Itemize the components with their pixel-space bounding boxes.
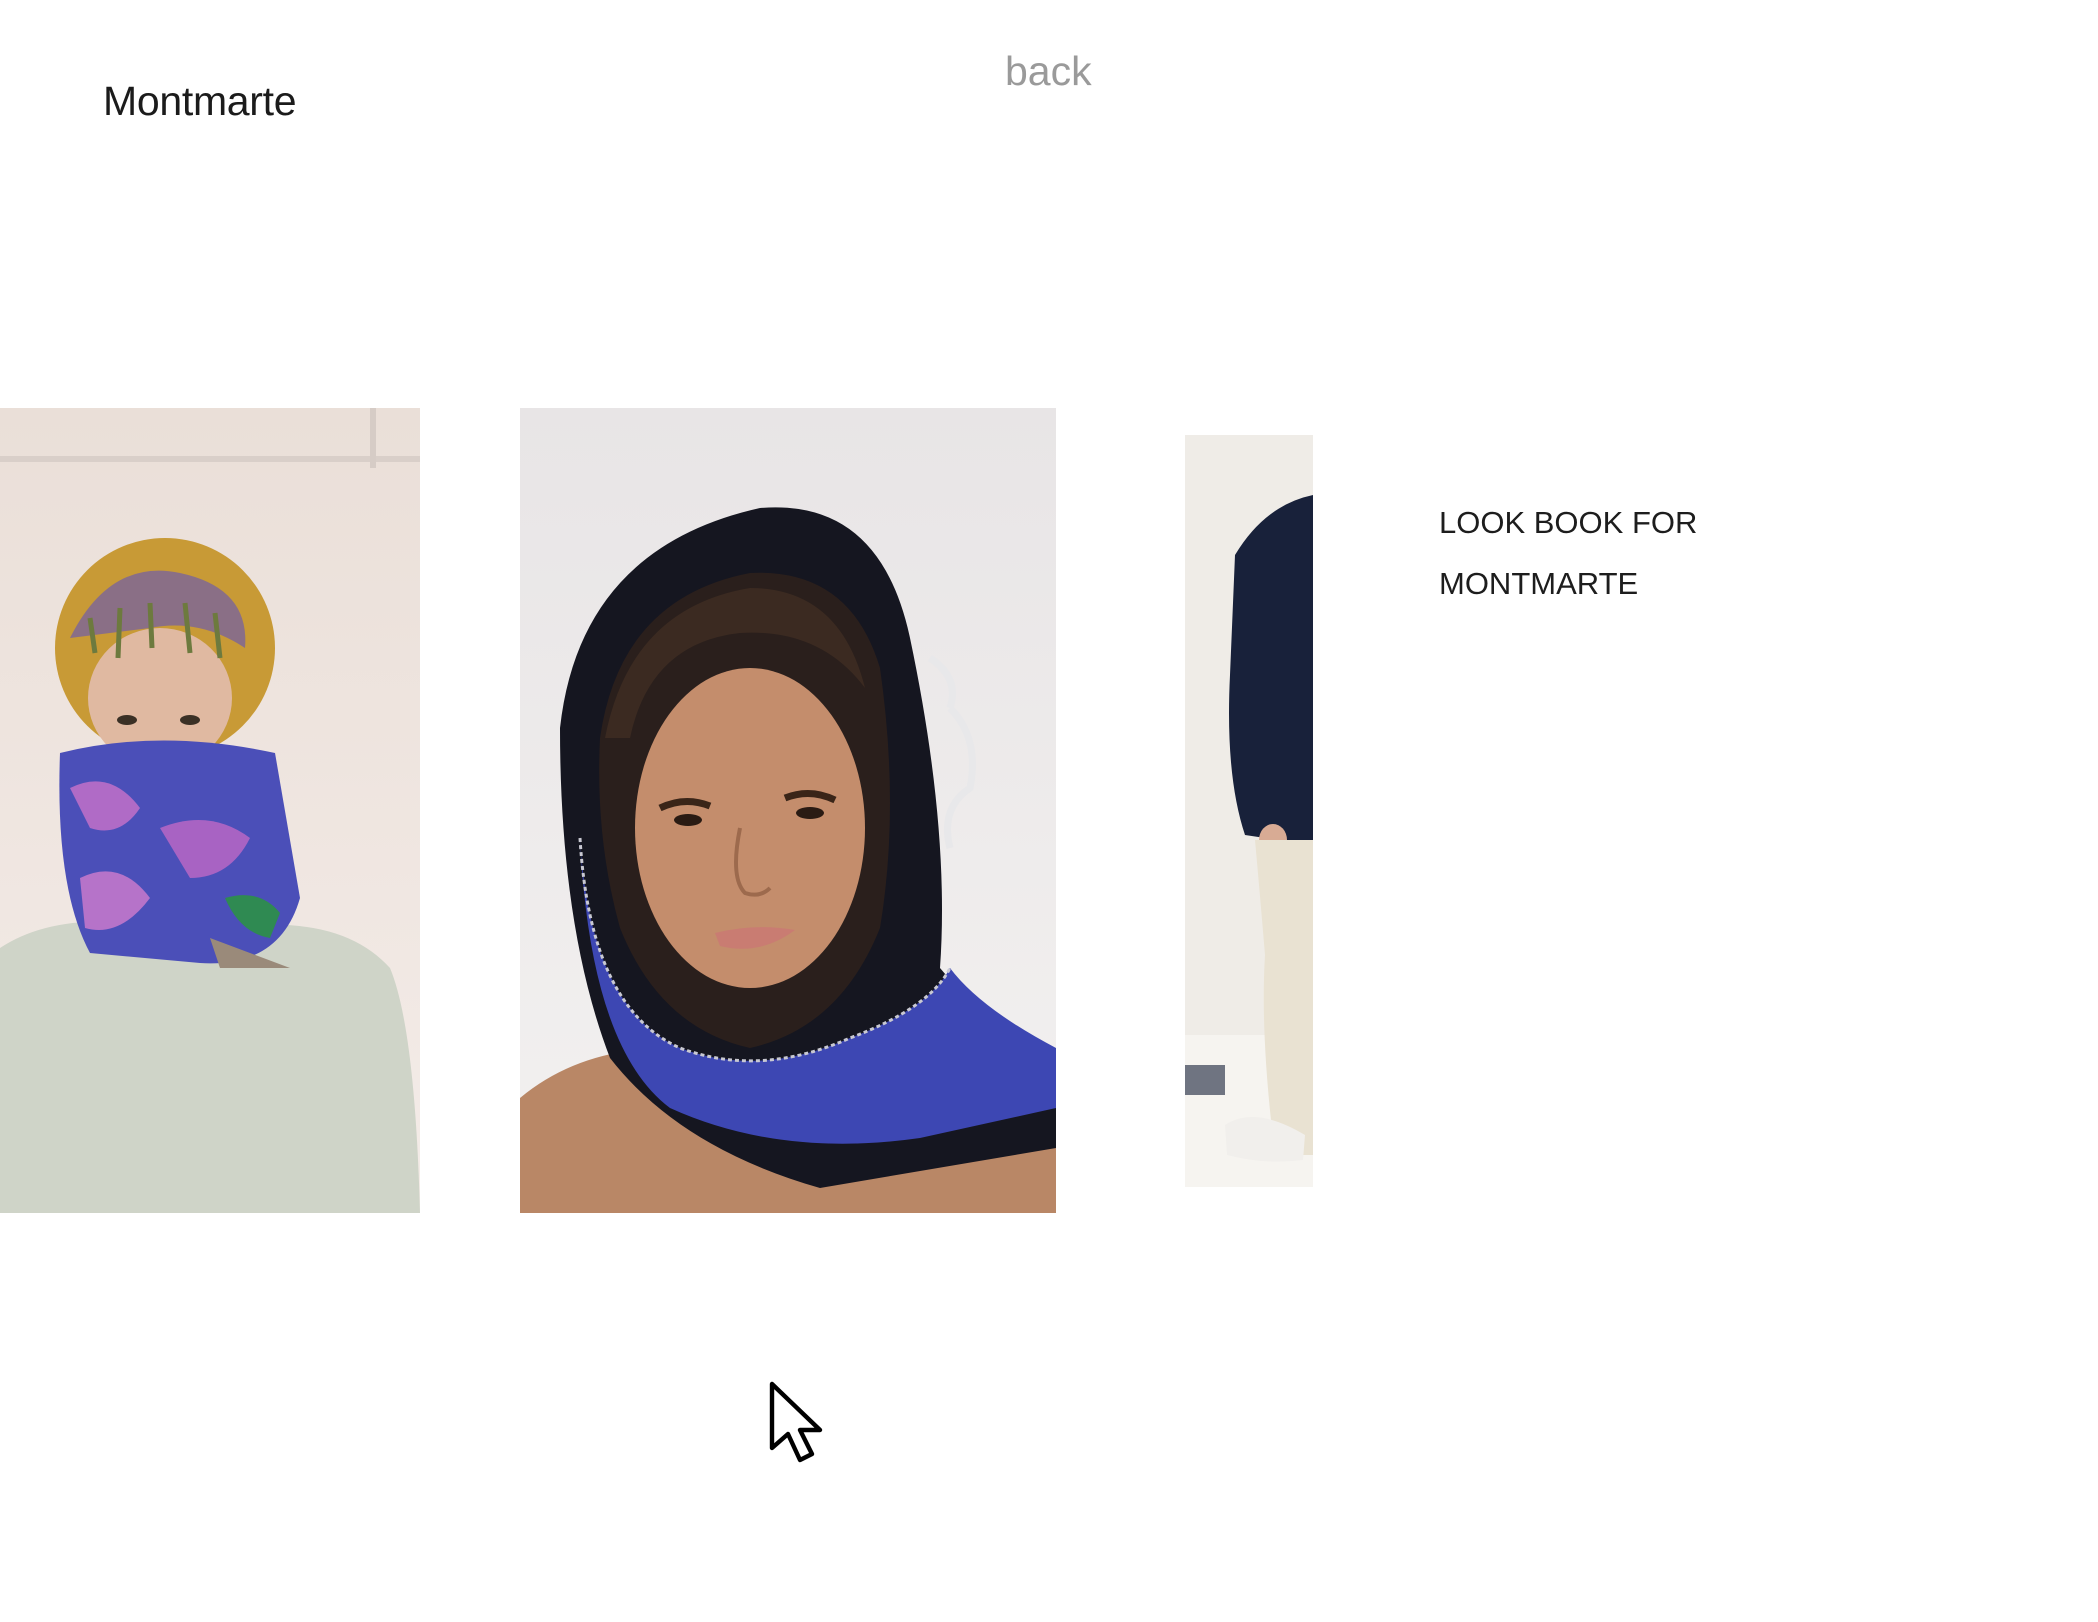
lookbook-photo-3[interactable] — [1185, 435, 1313, 1187]
arrow-cursor-icon — [769, 1381, 823, 1463]
lookbook-photo-2[interactable] — [520, 408, 1056, 1213]
photo-1-graphic — [0, 408, 420, 1213]
caption-line-2: MONTMARTE — [1439, 566, 1639, 601]
back-link[interactable]: back — [1005, 46, 1092, 96]
page: Montmarte back LOOK BOOK FOR MONTMARTE — [0, 0, 2098, 1622]
photo-2-graphic — [520, 408, 1056, 1213]
lookbook-caption: LOOK BOOK FOR MONTMARTE — [1439, 492, 1859, 614]
brand-logo-link[interactable]: Montmarte — [103, 76, 297, 126]
lookbook-photo-1[interactable] — [0, 408, 420, 1213]
photo-3-graphic — [1185, 435, 1313, 1187]
caption-line-1: LOOK BOOK FOR — [1439, 505, 1698, 540]
